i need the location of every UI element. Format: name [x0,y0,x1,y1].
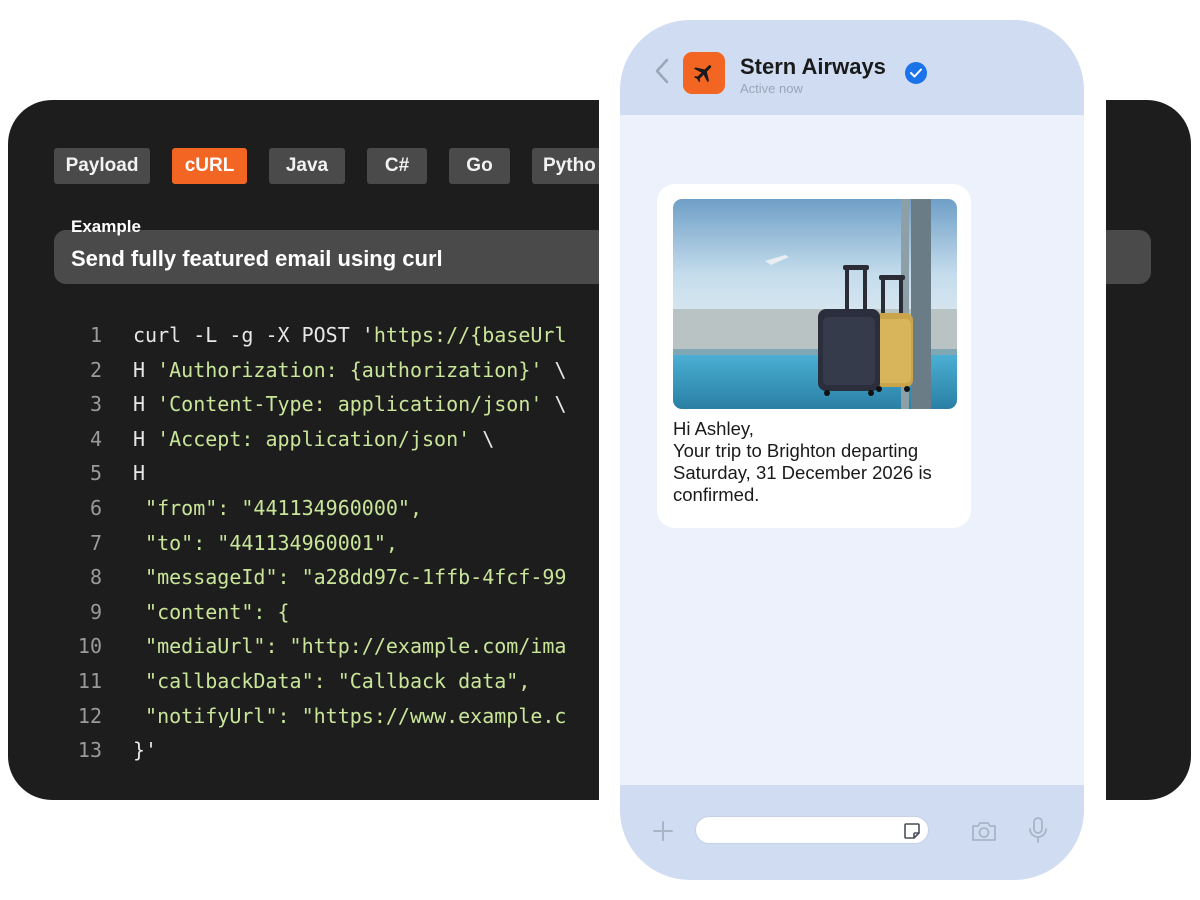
line-number: 13 [77,738,102,763]
line-number: 7 [89,530,102,555]
line-number: 2 [89,357,102,382]
line-number: 5 [89,461,102,486]
string-token: "mediaUrl": "http://example.com/ima [133,634,567,659]
microphone-icon[interactable] [1028,816,1048,844]
code-token: H [133,392,158,417]
code-line: 12 "notifyUrl": "https://www.example.c [8,699,608,734]
airline-logo [683,52,725,94]
code-line: 9 "content": { [8,595,608,630]
phone-mockup: Stern Airways Active now Hi Ashley, Your… [620,20,1084,880]
line-number: 9 [89,599,102,624]
code-line: 8 "messageId": "a28dd97c-1ffb-4fcf-99 [8,560,608,595]
line-content: "notifyUrl": "https://www.example.c [133,699,566,734]
code-line: 4 H 'Accept: application/json' \ [8,422,608,457]
camera-icon[interactable] [970,819,998,843]
tab-go[interactable]: Go [449,148,510,184]
message-line: Saturday, 31 December 2026 is [673,462,932,483]
message-line: confirmed. [673,484,760,505]
line-content: "messageId": "a28dd97c-1ffb-4fcf-99 [133,560,566,595]
line-content: H 'Content-Type: application/json' \ [133,387,567,422]
code-line: 1 curl -L -g -X POST 'https://{baseUrl [8,318,608,353]
code-line: 7 "to": "441134960001", [8,526,608,561]
code-token: \ [542,357,567,382]
tab-java[interactable]: Java [269,148,345,184]
code-token: H [133,461,146,486]
string-token: 'Authorization: {authorization}' [157,357,543,382]
line-number: 6 [89,495,102,520]
line-number: 8 [89,565,102,590]
code-line: 11 "callbackData": "Callback data", [8,664,608,699]
line-content: "mediaUrl": "http://example.com/ima [133,629,566,664]
message-bubble: Hi Ashley, Your trip to Brighton departi… [657,184,971,528]
string-token: 'Content-Type: application/json' [157,392,543,417]
line-content: "to": "441134960001", [133,526,398,561]
chat-header: Stern Airways Active now [620,20,1084,115]
tab-payload[interactable]: Payload [54,148,150,184]
code-token: \ [542,392,567,417]
contact-status: Active now [740,81,803,96]
string-token: "messageId": "a28dd97c-1ffb-4fcf-99 [133,565,567,590]
line-content: H 'Accept: application/json' \ [133,422,494,457]
message-input[interactable] [695,816,929,844]
line-number: 11 [77,668,102,693]
line-content: "content": { [133,595,290,630]
code-line: 6 "from": "441134960000", [8,491,608,526]
code-block: 1 curl -L -g -X POST 'https://{baseUrl 2 H … [8,318,608,768]
line-content: H 'Authorization: {authorization}' \ [133,353,567,388]
line-content: H [133,456,145,491]
line-content: "from": "441134960000", [133,491,422,526]
string-token: https://{baseUrl [373,323,567,347]
plus-icon[interactable] [652,820,674,842]
code-token: H [133,426,158,451]
message-text: Hi Ashley, Your trip to Brighton departi… [673,418,963,506]
code-token: \ [470,426,495,451]
line-number: 12 [77,703,102,728]
code-line: 2 H 'Authorization: {authorization}' \ [8,353,608,388]
verified-badge-icon [905,62,927,84]
airplane-icon [694,65,712,83]
code-token: H [133,357,158,382]
tab-curl[interactable]: cURL [172,148,247,184]
line-content: }' [133,733,157,768]
code-line: 5H [8,456,608,491]
example-title: Send fully featured email using curl [71,246,443,271]
string-token: 'Accept: application/json' [157,426,471,451]
line-number: 3 [89,392,102,417]
string-token: "content": { [133,599,290,624]
code-line: 3 H 'Content-Type: application/json' \ [8,387,608,422]
string-token: "callbackData": "Callback data", [133,668,531,693]
string-token: "from": "441134960000", [133,495,422,520]
line-number: 10 [77,634,102,659]
line-number: 1 [89,323,102,347]
code-token: curl -L -g -X POST ' [133,323,374,347]
string-token: "to": "441134960001", [133,530,398,555]
message-image[interactable] [673,199,957,409]
code-line: 10 "mediaUrl": "http://example.com/ima [8,629,608,664]
code-line: 13 }' [8,733,608,768]
airport-luggage-photo [673,199,957,409]
example-label: Example [71,217,141,236]
contact-name: Stern Airways [740,54,886,79]
sticker-icon[interactable] [902,821,922,841]
line-number: 4 [89,426,102,451]
tab-csharp[interactable]: C# [367,148,427,184]
message-line: Hi Ashley, [673,418,754,439]
line-content: curl -L -g -X POST 'https://{baseUrl [133,318,566,353]
message-line: Your trip to Brighton departing [673,440,919,461]
message-composer [620,785,1084,880]
line-content: "callbackData": "Callback data", [133,664,530,699]
back-chevron-icon[interactable] [652,56,674,86]
string-token: "notifyUrl": "https://www.example.c [133,703,567,728]
code-token: }' [133,738,158,763]
